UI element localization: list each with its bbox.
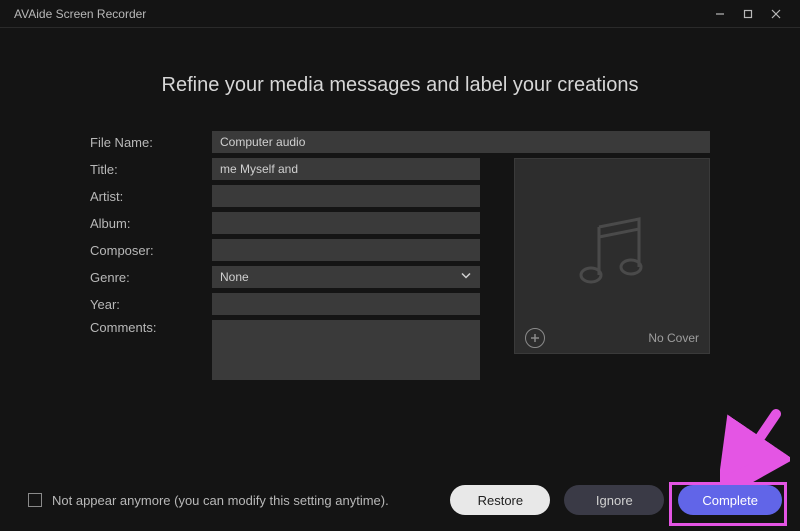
close-button[interactable] (762, 8, 790, 20)
plus-icon (530, 333, 540, 343)
complete-button[interactable]: Complete (678, 485, 782, 515)
composer-label: Composer: (90, 243, 212, 258)
footer-bar: Not appear anymore (you can modify this … (0, 469, 800, 531)
comments-input[interactable] (212, 320, 480, 380)
file-name-label: File Name: (90, 135, 212, 150)
music-note-icon (567, 211, 657, 301)
maximize-button[interactable] (734, 8, 762, 20)
genre-select[interactable]: None (212, 266, 480, 288)
no-cover-label: No Cover (648, 331, 699, 345)
cover-art-box: No Cover (514, 158, 710, 354)
not-appear-checkbox[interactable] (28, 493, 42, 507)
year-input[interactable] (212, 293, 480, 315)
title-input[interactable] (212, 158, 480, 180)
title-label: Title: (90, 162, 212, 177)
album-input[interactable] (212, 212, 480, 234)
composer-input[interactable] (212, 239, 480, 261)
add-cover-button[interactable] (525, 328, 545, 348)
genre-value: None (220, 270, 249, 284)
minimize-button[interactable] (706, 8, 734, 20)
chevron-down-icon (460, 270, 472, 285)
file-name-input[interactable] (212, 131, 710, 153)
app-title: AVAide Screen Recorder (14, 7, 146, 21)
window-titlebar: AVAide Screen Recorder (0, 0, 800, 28)
page-heading: Refine your media messages and label you… (90, 74, 710, 97)
artist-input[interactable] (212, 185, 480, 207)
artist-label: Artist: (90, 189, 212, 204)
ignore-button[interactable]: Ignore (564, 485, 664, 515)
year-label: Year: (90, 297, 212, 312)
comments-label: Comments: (90, 320, 212, 335)
restore-button[interactable]: Restore (450, 485, 550, 515)
genre-label: Genre: (90, 270, 212, 285)
not-appear-label: Not appear anymore (you can modify this … (52, 493, 389, 508)
album-label: Album: (90, 216, 212, 231)
